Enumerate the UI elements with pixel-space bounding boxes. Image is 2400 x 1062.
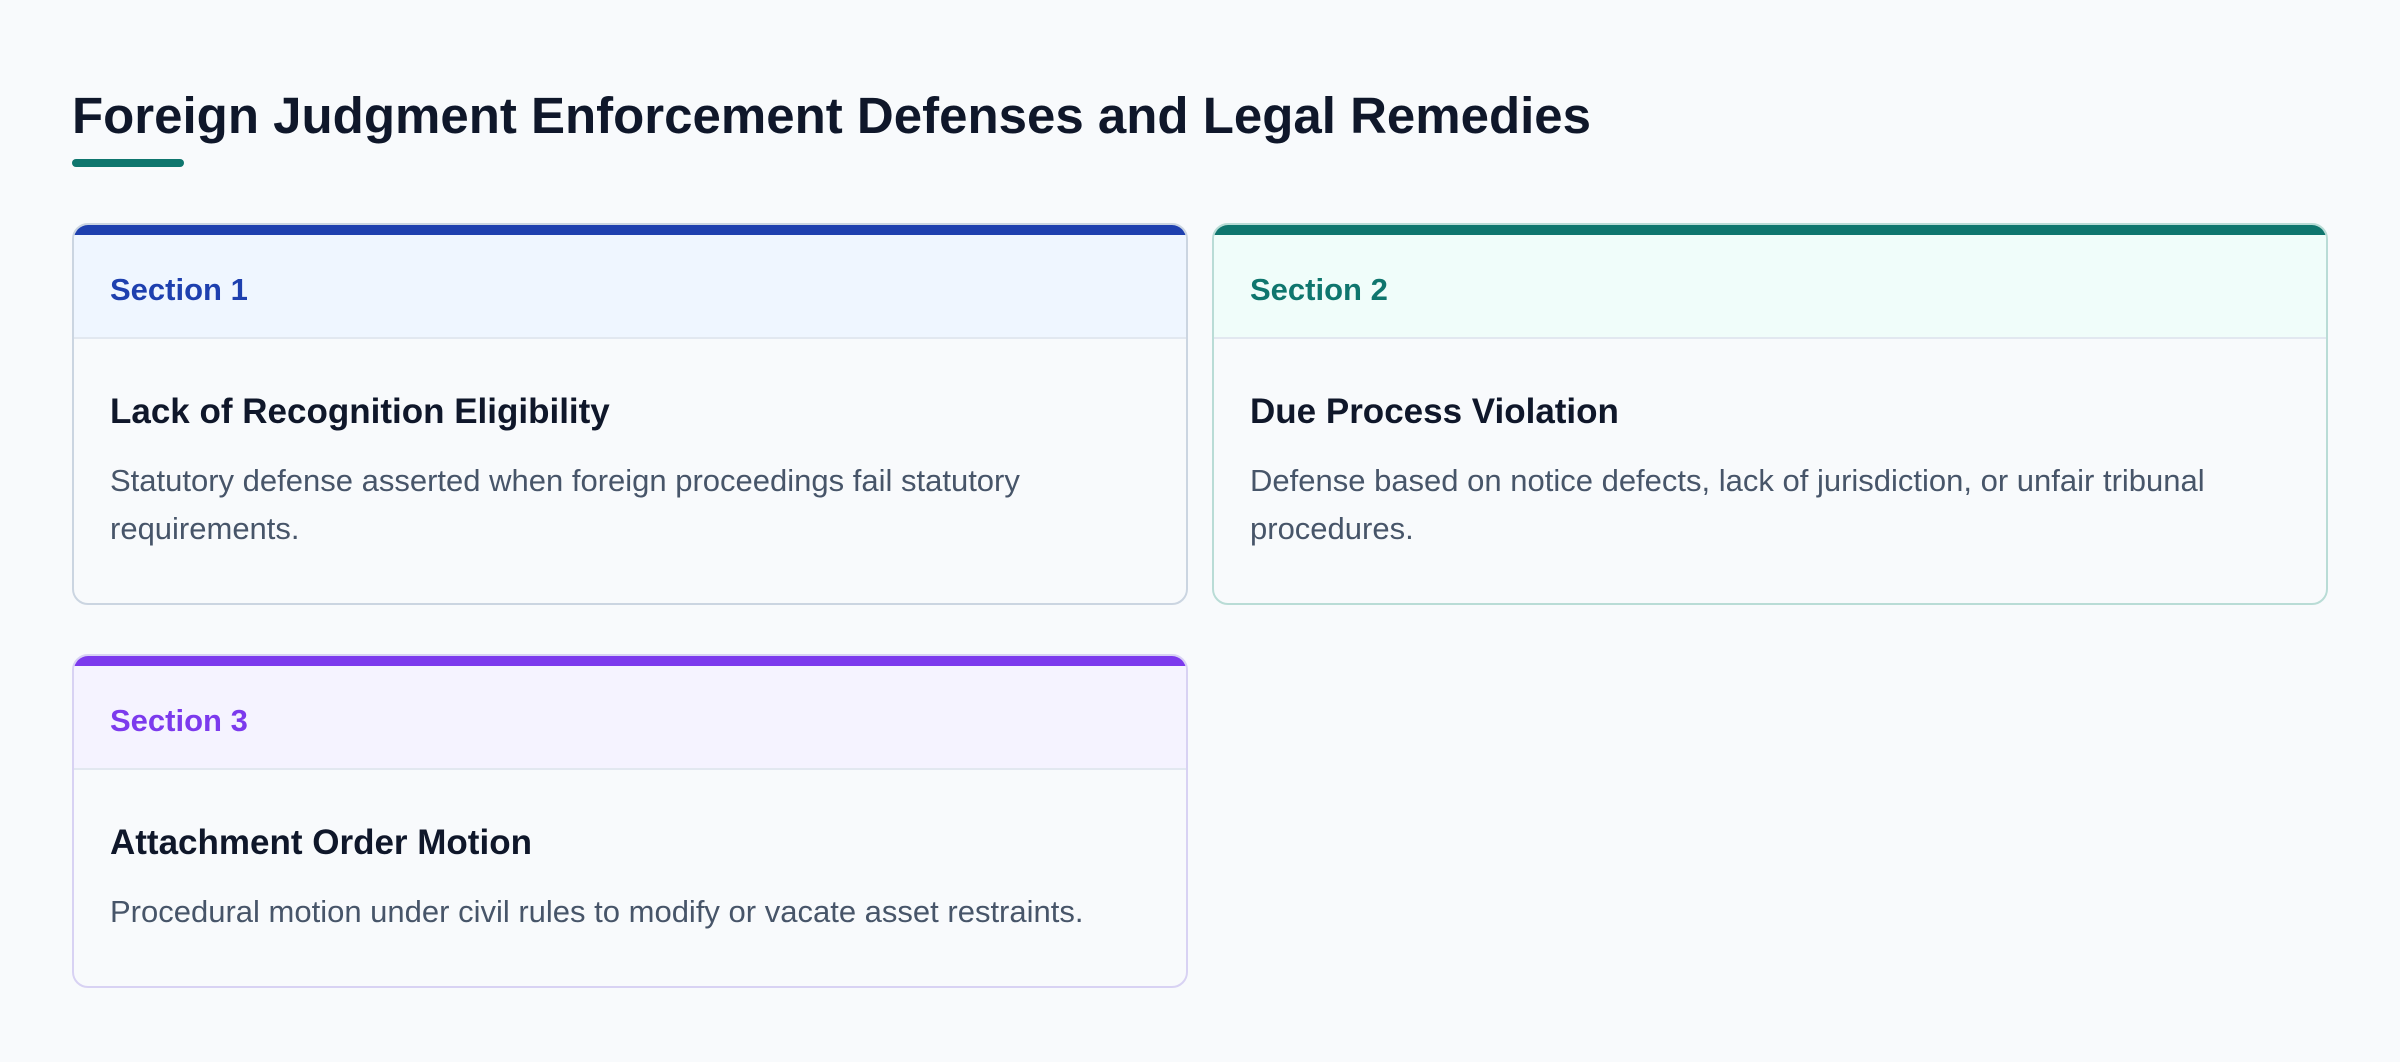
card-description: Statutory defense asserted when foreign … xyxy=(110,463,1020,546)
section-card-2: Section 2 Due Process Violation Defense … xyxy=(1212,223,2328,605)
card-body: Due Process Violation Defense based on n… xyxy=(1214,339,2326,597)
section-label: Section 1 xyxy=(110,272,248,307)
card-header: Section 2 xyxy=(1214,235,2326,339)
card-accent-bar xyxy=(74,225,1186,235)
card-title: Lack of Recognition Eligibility xyxy=(110,392,610,431)
cards-grid: Section 1 Lack of Recognition Eligibilit… xyxy=(72,223,2328,988)
card-body: Lack of Recognition Eligibility Statutor… xyxy=(74,339,1186,597)
card-header: Section 1 xyxy=(74,235,1186,339)
section-card-3: Section 3 Attachment Order Motion Proced… xyxy=(72,654,1188,988)
card-title: Attachment Order Motion xyxy=(110,823,532,862)
card-header: Section 3 xyxy=(74,666,1186,770)
card-description: Procedural motion under civil rules to m… xyxy=(110,894,1084,929)
card-accent-bar xyxy=(1214,225,2326,235)
section-label: Section 3 xyxy=(110,703,248,738)
section-label: Section 2 xyxy=(1250,272,1388,307)
section-card-1: Section 1 Lack of Recognition Eligibilit… xyxy=(72,223,1188,605)
card-body: Attachment Order Motion Procedural motio… xyxy=(74,770,1186,980)
page-title: Foreign Judgment Enforcement Defenses an… xyxy=(72,87,1592,144)
card-title: Due Process Violation xyxy=(1250,392,1619,431)
card-description: Defense based on notice defects, lack of… xyxy=(1250,463,2205,546)
card-accent-bar xyxy=(74,656,1186,666)
title-underline xyxy=(72,159,184,167)
